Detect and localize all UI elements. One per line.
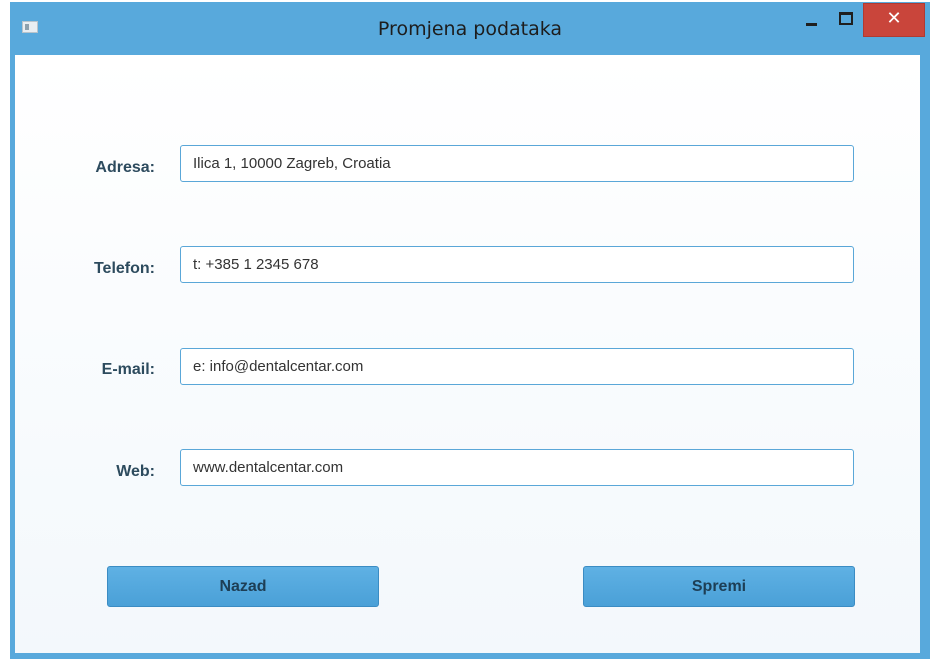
window-title: Promjena podataka — [377, 18, 563, 40]
web-label: Web: — [116, 463, 155, 480]
web-input[interactable] — [180, 449, 854, 486]
maximize-button[interactable] — [832, 10, 858, 32]
close-button[interactable]: ✕ — [863, 3, 925, 37]
dialog-window: Promjena podataka ✕ Adresa: Telefon: E-m… — [10, 2, 930, 659]
form-panel: Adresa: Telefon: E-mail: Web: Nazad Spre… — [15, 55, 920, 653]
back-button[interactable]: Nazad — [107, 566, 379, 607]
phone-input[interactable] — [180, 246, 854, 283]
address-label: Adresa: — [95, 159, 155, 176]
minimize-button[interactable] — [800, 10, 826, 32]
save-button[interactable]: Spremi — [583, 566, 855, 607]
phone-label: Telefon: — [93, 260, 155, 277]
title-bar[interactable]: Promjena podataka ✕ — [10, 2, 930, 55]
email-input[interactable] — [180, 348, 854, 385]
email-label: E-mail: — [101, 361, 155, 378]
address-input[interactable] — [180, 145, 854, 182]
